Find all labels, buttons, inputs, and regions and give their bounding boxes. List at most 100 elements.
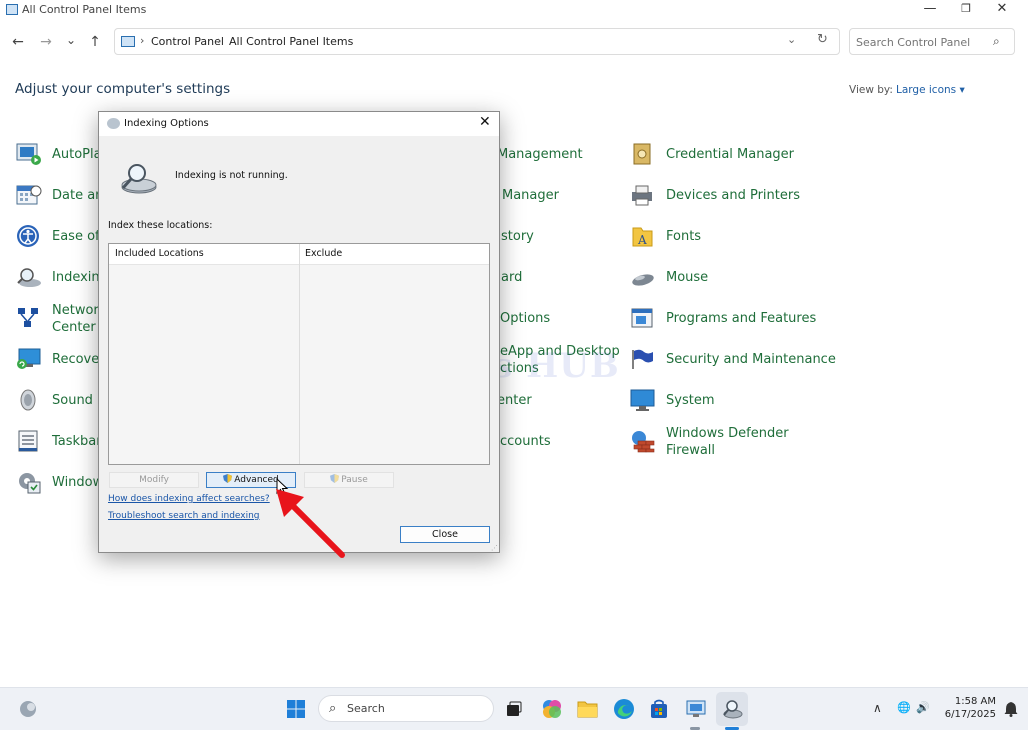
item-mouse[interactable]: Mouse: [630, 261, 820, 295]
programs-icon: [631, 308, 653, 328]
item-device-manager[interactable]: Manager: [497, 179, 607, 213]
chevron-down-icon[interactable]: ⌄: [787, 33, 796, 46]
view-by-label: View by:: [849, 84, 893, 96]
modify-button[interactable]: Modify: [109, 472, 199, 488]
dialog-title: Indexing Options: [124, 118, 209, 129]
item-label: enter: [497, 393, 532, 408]
taskbar-search-label: Search: [347, 702, 385, 715]
item-keyboard[interactable]: ard: [497, 261, 607, 295]
control-panel-icon: [6, 4, 18, 15]
notification-bell-icon[interactable]: [1004, 701, 1018, 717]
troubleshoot-link[interactable]: Troubleshoot search and indexing: [108, 511, 260, 521]
index-locations-label: Index these locations:: [108, 220, 213, 231]
item-label: Programs and Features: [666, 311, 817, 326]
window-title: All Control Panel Items: [22, 3, 147, 16]
file-explorer-icon[interactable]: [577, 699, 598, 719]
indexing-magnifier-icon: [17, 268, 41, 287]
item-fonts[interactable]: A Fonts: [630, 220, 820, 254]
item-windows-defender-firewall[interactable]: Windows Defender Firewall: [630, 425, 820, 459]
item-label: ard: [501, 270, 523, 285]
clock[interactable]: 1:58 AM 6/17/2025: [936, 695, 996, 721]
item-label: Windows Defender Firewall: [666, 426, 789, 458]
column-exclude[interactable]: Exclude: [305, 248, 342, 259]
dialog-close-icon[interactable]: ✕: [479, 114, 491, 130]
speaker-icon: [20, 389, 36, 411]
item-autoplay[interactable]: AutoPlay: [16, 138, 109, 172]
item-network-sharing[interactable]: Network Center: [16, 302, 106, 336]
fonts-folder-icon: A: [632, 227, 653, 247]
address-bar[interactable]: › Control Panel › All Control Panel Item…: [114, 28, 840, 55]
item-sync-center[interactable]: enter: [497, 384, 607, 418]
search-box[interactable]: ⌕: [849, 28, 1015, 55]
item-indexing-options[interactable]: Indexing: [16, 261, 108, 295]
clock-date: 6/17/2025: [944, 709, 996, 720]
red-arrow-annotation-icon: [276, 489, 345, 558]
item-programs-features[interactable]: Programs and Features: [630, 302, 820, 336]
start-windows-icon[interactable]: [286, 699, 306, 719]
close-dialog-button[interactable]: Close: [400, 526, 490, 543]
search-icon[interactable]: ⌕: [993, 34, 1000, 49]
network-globe-icon[interactable]: 🌐: [897, 701, 911, 714]
breadcrumb-control-panel[interactable]: Control Panel: [151, 35, 224, 48]
gear-icon: [19, 473, 41, 494]
item-sound[interactable]: Sound: [16, 384, 106, 418]
item-label: Window: [52, 475, 104, 490]
item-label: System: [666, 393, 715, 408]
search-input[interactable]: [856, 34, 986, 50]
vault-icon: [633, 143, 651, 165]
minimize-button[interactable]: —: [912, 1, 948, 19]
item-devices-printers[interactable]: Devices and Printers: [630, 179, 820, 213]
item-label: Credential Manager: [666, 147, 795, 162]
forward-button[interactable]: →: [37, 33, 55, 51]
control-panel-taskbar-icon[interactable]: [685, 698, 707, 720]
view-by-dropdown[interactable]: Large icons ▾: [896, 84, 965, 96]
indexing-icon: [107, 118, 120, 129]
item-label: Devices and Printers: [666, 188, 800, 203]
svg-text:A: A: [637, 233, 647, 247]
column-included-locations[interactable]: Included Locations: [115, 248, 204, 259]
item-color-management[interactable]: Management: [497, 138, 607, 172]
close-button[interactable]: ✕: [984, 1, 1020, 19]
edge-icon[interactable]: [613, 698, 635, 720]
item-date-time[interactable]: Date and: [16, 179, 112, 213]
refresh-icon[interactable]: ↻: [817, 32, 828, 47]
clock-time: 1:58 AM: [954, 696, 996, 707]
item-label: Fonts: [666, 229, 702, 244]
taskbar-search[interactable]: ⌕ Search: [318, 695, 494, 722]
locations-table[interactable]: Included Locations Exclude: [108, 243, 490, 465]
resize-grip[interactable]: ⋰: [491, 544, 498, 552]
item-label: story: [501, 229, 534, 244]
breadcrumb-all-items[interactable]: All Control Panel Items: [229, 35, 353, 48]
maximize-button[interactable]: ❐: [948, 1, 984, 19]
item-power-options[interactable]: Options: [497, 302, 607, 336]
item-security-maintenance[interactable]: Security and Maintenance: [630, 343, 836, 377]
indexing-magnifier-icon: [121, 164, 157, 194]
recovery-icon: [17, 348, 41, 369]
flag-icon: [632, 349, 653, 369]
copilot-icon[interactable]: [541, 698, 563, 720]
widgets-icon[interactable]: [18, 699, 38, 719]
tray-chevron-icon[interactable]: ∧: [873, 701, 882, 715]
autoplay-icon: [16, 143, 41, 165]
item-file-history[interactable]: story: [497, 220, 607, 254]
item-user-accounts[interactable]: ccounts: [497, 425, 607, 459]
title-bar: All Control Panel Items — ❐ ✕: [0, 0, 1028, 20]
item-ease-of-access[interactable]: Ease of A: [16, 220, 113, 254]
item-taskbar-navigation[interactable]: Taskbar a: [16, 425, 114, 459]
column-divider: [299, 244, 300, 464]
back-button[interactable]: ←: [9, 33, 27, 51]
item-recovery[interactable]: Recover: [16, 343, 106, 377]
item-credential-manager[interactable]: Credential Manager: [630, 138, 820, 172]
item-windows-tools[interactable]: Window: [16, 466, 106, 500]
breadcrumb-separator: ›: [140, 34, 145, 47]
indexing-taskbar-icon[interactable]: [721, 698, 743, 720]
indexing-help-link[interactable]: How does indexing affect searches?: [108, 494, 270, 504]
item-label: Manager: [502, 188, 559, 203]
item-system[interactable]: System: [630, 384, 820, 418]
item-label: Sound: [52, 393, 93, 408]
task-view-icon[interactable]: [504, 699, 524, 719]
volume-icon[interactable]: 🔊: [916, 701, 930, 714]
up-button[interactable]: ↑: [86, 33, 104, 51]
recent-locations-button[interactable]: ⌄: [62, 31, 80, 49]
store-icon[interactable]: [649, 699, 669, 719]
